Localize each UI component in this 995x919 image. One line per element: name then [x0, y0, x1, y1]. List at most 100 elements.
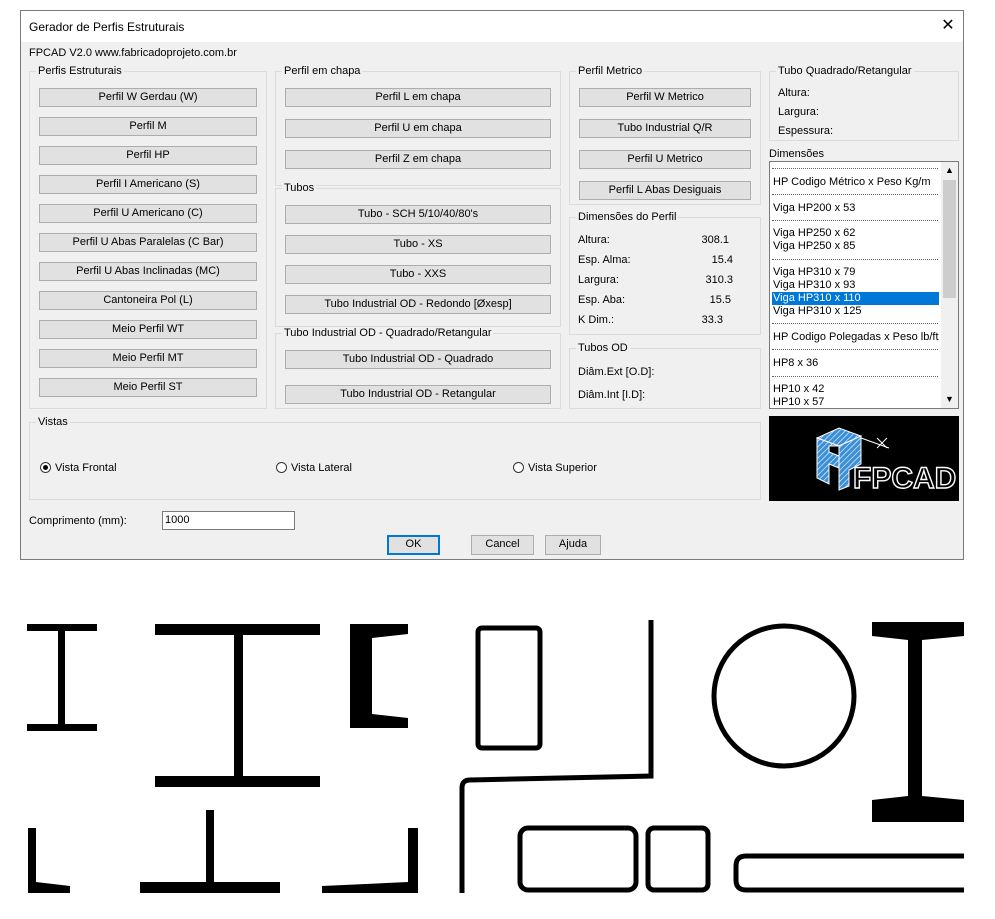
esp-aba-label: Esp. Aba:: [578, 294, 626, 306]
ok-button[interactable]: OK: [387, 535, 440, 555]
fpcad-logo-icon: FPCAD: [815, 427, 957, 496]
esp-aba-value: 15.5: [709, 294, 731, 306]
tubo-od-retangular-button[interactable]: Tubo Industrial OD - Retangular: [285, 385, 551, 404]
rectangular-tube-small-icon: [517, 825, 711, 893]
dialog-window: Gerador de Perfis Estruturais ✕ FPCAD V2…: [20, 10, 964, 560]
group-vistas: [29, 422, 761, 500]
vista-lateral-label[interactable]: Vista Lateral: [291, 462, 352, 474]
perfil-u-abas-paralelas-button[interactable]: Perfil U Abas Paralelas (C Bar): [39, 233, 257, 252]
cantoneira-pol-button[interactable]: Cantoneira Pol (L): [39, 291, 257, 310]
comprimento-input[interactable]: 1000: [162, 511, 295, 530]
perfil-m-button[interactable]: Perfil M: [39, 117, 257, 136]
diam-ext-label: Diâm.Ext [O.D]:: [578, 366, 655, 378]
i-beam-wide-icon: [155, 624, 320, 787]
largura-value: 310.3: [705, 274, 733, 286]
vista-superior-label[interactable]: Vista Superior: [528, 462, 597, 474]
group-perfil-chapa-label: Perfil em chapa: [282, 65, 363, 78]
i-beam-thin-icon: [27, 624, 97, 731]
tubo-industrial-qr-button[interactable]: Tubo Industrial Q/R: [579, 119, 751, 138]
list-item[interactable]: HP Codigo Métrico x Peso Kg/m: [772, 176, 939, 189]
tubo-largura-label: Largura:: [778, 106, 819, 118]
perfil-u-chapa-button[interactable]: Perfil U em chapa: [285, 119, 551, 138]
diam-int-label: Diâm.Int [I.D]:: [578, 389, 646, 401]
perfil-l-chapa-button[interactable]: Perfil L em chapa: [285, 88, 551, 107]
list-separator: [772, 220, 938, 221]
bent-plate-icon: [459, 620, 654, 893]
list-item[interactable]: Viga HP310 x 125: [772, 305, 939, 318]
list-item[interactable]: Viga HP310 x 79: [772, 266, 939, 279]
list-item[interactable]: HP8 x 36: [772, 357, 939, 370]
group-tubo-quadrado-retangular-label: Tubo Quadrado/Retangular: [776, 65, 914, 78]
perfil-u-americano-button[interactable]: Perfil U Americano (C): [39, 204, 257, 223]
perfil-z-chapa-button[interactable]: Perfil Z em chapa: [285, 150, 551, 169]
round-tube-icon: [711, 623, 857, 769]
group-tubos-od-label: Tubos OD: [576, 342, 630, 355]
k-dim-value: 33.3: [701, 314, 723, 326]
tubo-espessura-label: Espessura:: [778, 125, 834, 137]
list-item[interactable]: HP10 x 57: [772, 396, 939, 408]
group-dimensoes-perfil-label: Dimensões do Perfil: [576, 211, 679, 224]
list-separator: [772, 259, 938, 260]
meio-perfil-wt-button[interactable]: Meio Perfil WT: [39, 320, 257, 339]
window-title: Gerador de Perfis Estruturais: [29, 20, 185, 34]
listbox-scrollbar[interactable]: ▲ ▼: [941, 162, 958, 408]
group-perfil-metrico-label: Perfil Metrico: [576, 65, 645, 78]
title-bar: Gerador de Perfis Estruturais ✕: [21, 11, 963, 42]
altura-value: 308.1: [701, 234, 729, 246]
list-separator: [772, 349, 938, 350]
tubo-altura-label: Altura:: [778, 87, 810, 99]
group-vistas-label: Vistas: [36, 416, 70, 429]
tee-profile-icon: [140, 810, 280, 893]
radio-vista-frontal[interactable]: [40, 462, 51, 473]
scroll-down-icon[interactable]: ▼: [945, 394, 954, 404]
list-item[interactable]: Viga HP250 x 85: [772, 240, 939, 253]
esp-alma-value: 15.4: [711, 254, 733, 266]
channel-profile-icon: [350, 624, 408, 728]
group-perfis-estruturais-label: Perfis Estruturais: [36, 65, 124, 78]
cancel-button[interactable]: Cancel: [471, 535, 534, 555]
perfil-u-abas-inclinadas-button[interactable]: Perfil U Abas Inclinadas (MC): [39, 262, 257, 281]
perfil-w-metrico-button[interactable]: Perfil W Metrico: [579, 88, 751, 107]
logo-text: FPCAD: [853, 462, 956, 495]
list-item[interactable]: Viga HP200 x 53: [772, 202, 939, 215]
perfil-l-abas-desiguais-button[interactable]: Perfil L Abas Desiguais: [579, 181, 751, 200]
version-label: FPCAD V2.0 www.fabricadoprojeto.com.br: [29, 47, 237, 59]
tubo-xxs-button[interactable]: Tubo - XXS: [285, 265, 551, 284]
help-button[interactable]: Ajuda: [545, 535, 601, 555]
rectangular-tube-icon: [475, 625, 543, 751]
altura-label: Altura:: [578, 234, 610, 246]
list-item-selected[interactable]: Viga HP310 x 110: [772, 292, 939, 305]
list-separator: [772, 376, 938, 377]
list-item[interactable]: HP10 x 42: [772, 383, 939, 396]
tubo-od-redondo-button[interactable]: Tubo Industrial OD - Redondo [Øxesp]: [285, 295, 551, 314]
tubo-od-quadrado-button[interactable]: Tubo Industrial OD - Quadrado: [285, 350, 551, 369]
dimensoes-label: Dimensões: [769, 148, 825, 160]
tubo-sch-button[interactable]: Tubo - SCH 5/10/40/80's: [285, 205, 551, 224]
meio-perfil-st-button[interactable]: Meio Perfil ST: [39, 378, 257, 397]
flat-bar-icon: [733, 853, 964, 893]
comprimento-label: Comprimento (mm):: [29, 515, 127, 527]
list-separator: [772, 194, 938, 195]
profile-shapes-canvas: [27, 620, 964, 893]
perfil-u-metrico-button[interactable]: Perfil U Metrico: [579, 150, 751, 169]
radio-vista-superior[interactable]: [513, 462, 524, 473]
list-item[interactable]: Viga HP250 x 62: [772, 227, 939, 240]
perfil-w-gerdau-button[interactable]: Perfil W Gerdau (W): [39, 88, 257, 107]
scroll-up-icon[interactable]: ▲: [945, 165, 954, 175]
dimensoes-listbox[interactable]: HP Codigo Métrico x Peso Kg/m Viga HP200…: [769, 161, 959, 409]
list-separator: [772, 168, 938, 169]
perfil-i-americano-button[interactable]: Perfil I Americano (S): [39, 175, 257, 194]
perfil-hp-button[interactable]: Perfil HP: [39, 146, 257, 165]
list-separator: [772, 323, 938, 324]
angle-profile-mirrored-icon: [322, 828, 418, 893]
vista-frontal-label[interactable]: Vista Frontal: [55, 462, 117, 474]
scrollbar-thumb[interactable]: [943, 180, 956, 298]
radio-vista-lateral[interactable]: [276, 462, 287, 473]
close-icon[interactable]: ✕: [935, 15, 961, 37]
esp-alma-label: Esp. Alma:: [578, 254, 631, 266]
meio-perfil-mt-button[interactable]: Meio Perfil MT: [39, 349, 257, 368]
list-item[interactable]: HP Codigo Polegadas x Peso lb/ft: [772, 331, 939, 344]
tubo-xs-button[interactable]: Tubo - XS: [285, 235, 551, 254]
k-dim-label: K Dim.:: [578, 314, 615, 326]
list-item[interactable]: Viga HP310 x 93: [772, 279, 939, 292]
